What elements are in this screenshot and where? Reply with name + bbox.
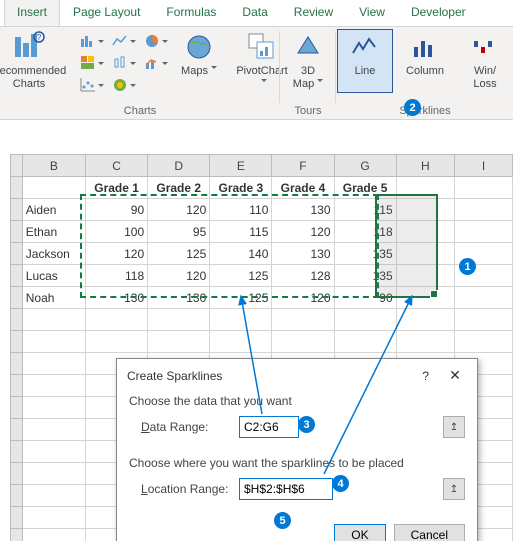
dialog-close-button[interactable]: ✕ [443,367,467,384]
col-H[interactable]: H [396,155,454,177]
sparkline-line-button[interactable]: Line [337,29,393,93]
sparkline-winloss-icon [469,31,501,63]
create-sparklines-dialog: Create Sparklines ? ✕ Choose the data th… [116,358,478,541]
line-chart-button[interactable] [108,31,140,51]
svg-text:?: ? [37,33,42,42]
col-G[interactable]: G [334,155,396,177]
callout-3: 3 [298,416,315,433]
ok-button[interactable]: OK [334,524,385,541]
location-range-input[interactable] [239,478,333,500]
scatter-chart-button[interactable] [76,75,108,95]
tab-review[interactable]: Review [281,0,346,26]
tab-view[interactable]: View [346,0,398,26]
sparkline-line-icon [349,31,381,63]
location-range-ref-button[interactable]: ↥ [443,478,465,500]
data-range-ref-button[interactable]: ↥ [443,416,465,438]
statistic-chart-button[interactable] [108,53,140,73]
3d-map-button[interactable]: 3D Map [280,29,336,93]
pie-chart-button[interactable] [140,31,172,51]
callout-4: 4 [332,475,349,492]
dialog-section2-label: Choose where you want the sparklines to … [129,456,465,470]
recommended-charts-icon: ? [13,31,45,63]
tab-page-layout[interactable]: Page Layout [60,0,153,26]
chart-gallery-col1 [76,29,108,95]
col-D[interactable]: D [148,155,210,177]
cancel-button[interactable]: Cancel [394,524,465,541]
dialog-title: Create Sparklines [127,369,222,383]
ribbon-tabs: Insert Page Layout Formulas Data Review … [0,0,513,27]
location-range-label: Location Range: [141,482,233,496]
callout-5: 5 [274,512,291,529]
group-sparklines: Line Column Win/ Loss Sparklines [336,27,513,119]
sparkline-column-icon [409,31,441,63]
3d-map-icon [292,31,324,63]
column-chart-button[interactable] [76,31,108,51]
dialog-section1-label: Choose the data that you want [129,394,465,408]
ribbon: ? Recommended Charts Maps [0,27,513,120]
col-F[interactable]: F [272,155,334,177]
hierarchy-chart-button[interactable] [76,53,108,73]
combo-chart-button[interactable] [140,53,172,73]
surface-chart-button[interactable] [108,75,140,95]
group-charts: ? Recommended Charts Maps [0,27,280,119]
chart-gallery-col2 [108,29,140,95]
tab-insert[interactable]: Insert [4,0,60,26]
chart-gallery-col3 [140,29,172,73]
col-E[interactable]: E [210,155,272,177]
tab-data[interactable]: Data [229,0,280,26]
maps-button[interactable]: Maps [172,29,226,93]
sparkline-column-button[interactable]: Column [393,29,457,93]
group-label-sparklines: Sparklines [340,103,510,119]
pivotchart-icon [246,31,278,63]
group-tours: 3D Map Tours [280,27,336,119]
callout-2: 2 [404,99,421,116]
dialog-help-button[interactable]: ? [422,369,429,383]
data-range-label: Data Range: [141,420,233,434]
tab-developer[interactable]: Developer [398,0,479,26]
callout-1: 1 [459,258,476,275]
col-I[interactable]: I [455,155,513,177]
col-C[interactable]: C [86,155,148,177]
sparkline-winloss-button[interactable]: Win/ Loss [457,29,513,93]
data-range-input[interactable] [239,416,299,438]
maps-icon [183,31,215,63]
recommended-charts-button[interactable]: ? Recommended Charts [0,29,76,93]
tab-formulas[interactable]: Formulas [153,0,229,26]
group-label-tours: Tours [284,103,332,119]
col-B[interactable]: B [22,155,85,177]
group-label-charts: Charts [4,103,276,119]
